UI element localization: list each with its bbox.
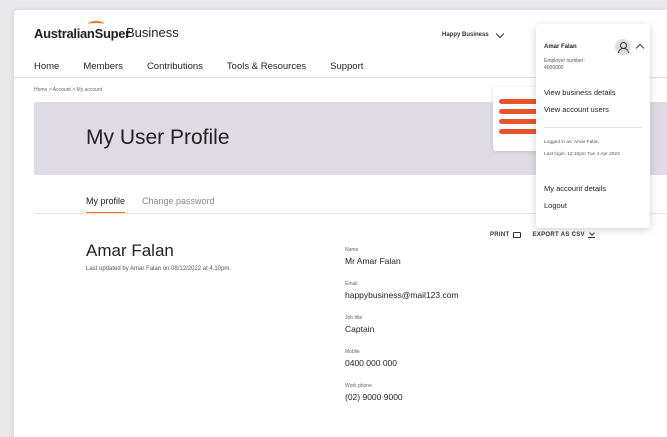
field-value: happybusiness@mail123.com — [345, 290, 459, 300]
profile-name: Amar Falan — [86, 241, 174, 260]
australiansuper-logo[interactable]: AustralianSuper — [34, 21, 130, 41]
nav-members[interactable]: Members — [83, 61, 123, 72]
export-csv-button[interactable]: EXPORT AS CSV — [533, 231, 595, 238]
tab-my-profile[interactable]: My profile — [86, 196, 126, 214]
chevron-down-icon — [495, 29, 504, 38]
printer-icon — [512, 231, 521, 238]
logo-swoosh-icon — [88, 21, 104, 27]
chevron-up-icon[interactable] — [635, 43, 645, 53]
employer-number: Employer number: 4000000 — [544, 58, 640, 72]
field-value: Mr Amar Falan — [345, 256, 401, 266]
field-value: (02) 9000 9000 — [345, 392, 403, 402]
last-updated-text: Last updated by Amar Falan on 08/12/2022… — [86, 266, 232, 272]
page-title: My User Profile — [86, 126, 230, 149]
field-value: Captain — [345, 324, 375, 334]
field-email: Email happybusiness@mail123.com — [345, 281, 459, 300]
employer-label: Employer number: — [544, 58, 585, 64]
field-mobile: Mobile 0400 000 000 — [345, 349, 459, 368]
field-name: Name Mr Amar Falan — [345, 247, 459, 266]
nav-support[interactable]: Support — [330, 61, 363, 72]
view-account-users-link[interactable]: View account users — [544, 105, 609, 114]
dropdown-user-name: Amar Falan — [544, 44, 577, 50]
tab-change-password[interactable]: Change password — [142, 196, 215, 214]
user-avatar-icon[interactable] — [615, 39, 631, 55]
profile-actions: PRINT EXPORT AS CSV — [490, 231, 595, 238]
dropdown-divider — [544, 127, 642, 128]
business-selector[interactable]: Happy Business — [442, 29, 504, 38]
print-label: PRINT — [490, 231, 510, 238]
logo-text: AustralianSuper — [34, 26, 130, 41]
view-business-details-link[interactable]: View business details — [544, 88, 616, 97]
field-label: Work phone — [345, 383, 372, 389]
my-account-details-link[interactable]: My account details — [544, 184, 606, 193]
breadcrumb[interactable]: Home > Account > My account — [34, 87, 102, 93]
field-label: Email — [345, 281, 358, 287]
print-button[interactable]: PRINT — [490, 231, 521, 238]
field-label: Name — [345, 247, 359, 253]
stripe — [499, 119, 539, 124]
account-dropdown: Amar Falan Employer number: 4000000 View… — [536, 24, 650, 228]
profile-fields: Name Mr Amar Falan Email happybusiness@m… — [345, 247, 459, 417]
business-name: Happy Business — [442, 32, 489, 38]
last-login: Last login: 12:10pm Tue 4 Apr 2023 — [544, 152, 620, 157]
download-icon — [587, 231, 595, 238]
main-nav: Home Members Contributions Tools & Resou… — [34, 61, 387, 72]
field-work-phone: Work phone (02) 9000 9000 — [345, 383, 459, 402]
logout-link[interactable]: Logout — [544, 201, 567, 210]
field-label: Mobile — [345, 349, 360, 355]
nav-home[interactable]: Home — [34, 61, 59, 72]
nav-tools-resources[interactable]: Tools & Resources — [227, 61, 306, 72]
employer-value: 4000000 — [544, 65, 564, 71]
field-value: 0400 000 000 — [345, 358, 397, 368]
stripe — [499, 109, 539, 114]
logged-in-as: Logged in as: Amar Falan — [544, 140, 599, 145]
stripe — [499, 129, 539, 134]
field-label: Job title — [345, 315, 363, 321]
field-job-title: Job title Captain — [345, 315, 459, 334]
profile-tabs: My profile Change password — [86, 196, 215, 214]
app-window: AustralianSuper Business Happy Business … — [14, 10, 667, 437]
stripe — [499, 99, 539, 104]
nav-contributions[interactable]: Contributions — [147, 61, 203, 72]
logo-subtitle: Business — [126, 25, 179, 40]
export-label: EXPORT AS CSV — [532, 231, 585, 238]
